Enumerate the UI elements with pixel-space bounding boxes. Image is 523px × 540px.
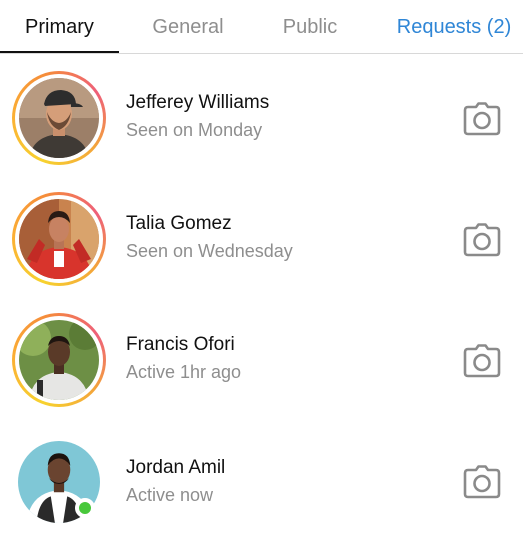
tab-general[interactable]: General [127, 0, 249, 54]
online-status-dot [75, 498, 95, 518]
contact-status: Active 1hr ago [126, 362, 242, 382]
camera-button[interactable] [463, 102, 501, 136]
active-tab-indicator [0, 51, 119, 53]
contact-status: Active now [126, 485, 214, 505]
avatar-container[interactable] [12, 434, 106, 528]
profile-photo-icon [19, 320, 99, 400]
avatar [19, 199, 99, 279]
camera-icon [463, 223, 501, 257]
story-avatar[interactable] [12, 313, 106, 407]
tab-requests[interactable]: Requests (2) [385, 0, 523, 54]
camera-icon [463, 465, 501, 499]
camera-icon [463, 102, 501, 136]
profile-photo-icon [19, 199, 99, 279]
profile-photo-icon [19, 78, 99, 158]
conversation-row[interactable]: Francis Ofori Active 1hr ago [0, 301, 523, 419]
contact-name: Jefferey Williams [126, 92, 270, 113]
story-avatar[interactable] [12, 192, 106, 286]
avatar [19, 320, 99, 400]
conversation-row[interactable]: Talia Gomez Seen on Wednesday [0, 180, 523, 298]
story-avatar[interactable] [12, 71, 106, 165]
camera-button[interactable] [463, 344, 501, 378]
contact-name: Talia Gomez [126, 213, 232, 234]
contact-status: Seen on Wednesday [126, 241, 293, 261]
conversation-row[interactable]: Jefferey Williams Seen on Monday [0, 59, 523, 177]
tab-public[interactable]: Public [257, 0, 363, 54]
conversation-row[interactable]: Jordan Amil Active now [0, 422, 523, 540]
contact-name: Francis Ofori [126, 334, 235, 355]
camera-icon [463, 344, 501, 378]
tab-primary[interactable]: Primary [0, 0, 119, 54]
camera-button[interactable] [463, 223, 501, 257]
inbox-tabs: Primary General Public Requests (2) [0, 0, 523, 54]
contact-name: Jordan Amil [126, 457, 226, 478]
avatar [19, 78, 99, 158]
camera-button[interactable] [463, 465, 501, 499]
contact-status: Seen on Monday [126, 120, 263, 140]
